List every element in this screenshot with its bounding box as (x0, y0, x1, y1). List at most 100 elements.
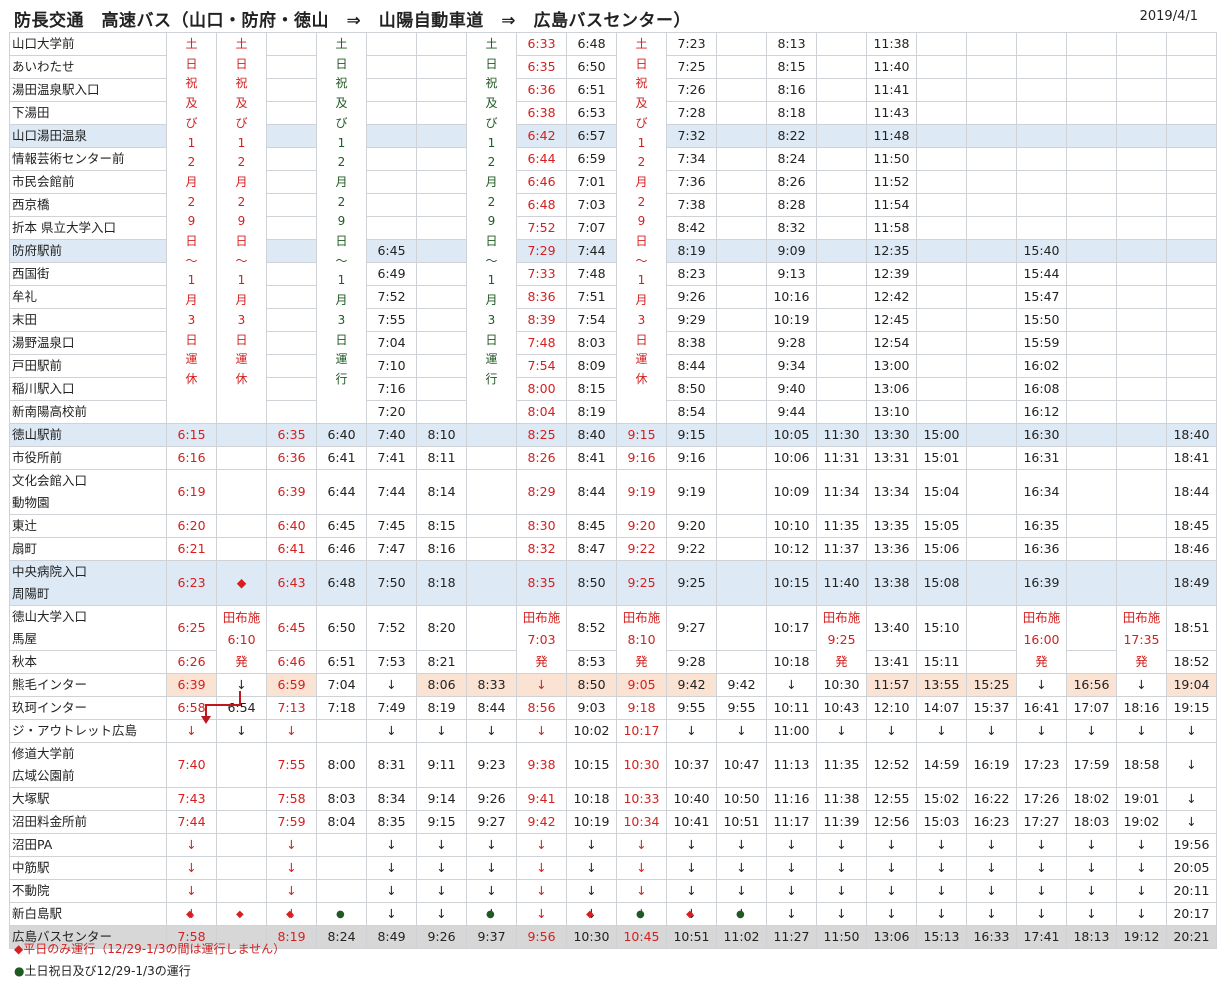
empty-cell (816, 78, 867, 102)
departure-time: 6:59 (266, 673, 317, 697)
empty-cell (716, 605, 767, 651)
empty-cell (1066, 285, 1117, 309)
departure-time: 6:40 (266, 514, 317, 538)
departure-time: 8:19 (566, 400, 617, 424)
departure-time: 10:40 (666, 787, 717, 811)
departure-time: 7:28 (666, 101, 717, 125)
dot-icon: ● (486, 909, 495, 920)
station-name: 戸田駅前 (9, 354, 167, 378)
departure-time: 7:52 (516, 216, 567, 240)
empty-cell (916, 124, 967, 148)
departure-time: 8:15 (416, 514, 467, 538)
station-name: 西国街 (9, 262, 167, 286)
empty-cell (416, 193, 467, 217)
departure-time: 7:32 (666, 124, 717, 148)
empty-cell (716, 537, 767, 561)
departure-time: 6:54 (216, 696, 267, 720)
empty-cell (966, 193, 1017, 217)
departure-time: 7:50 (366, 560, 417, 606)
empty-cell (416, 124, 467, 148)
departure-time: 7:23 (666, 32, 717, 56)
empty-cell (1116, 193, 1167, 217)
empty-cell (216, 446, 267, 470)
departure-time: 9:22 (616, 537, 667, 561)
departure-time: 16:56 (1066, 673, 1117, 697)
departure-time: 9:15 (666, 423, 717, 447)
departure-time: 6:53 (566, 101, 617, 125)
departure-time: 20:21 (1166, 925, 1217, 949)
departure-time: 8:42 (666, 216, 717, 240)
departure-time: 7:38 (666, 193, 717, 217)
station-name: 沼田料金所前 (9, 810, 167, 834)
departure-time: 11:50 (866, 147, 917, 171)
departure-time: 8:35 (516, 560, 567, 606)
departure-time: 12:55 (866, 787, 917, 811)
departure-time: 7:52 (366, 605, 417, 651)
departure-time: 8:24 (766, 147, 817, 171)
departure-time: 15:08 (916, 560, 967, 606)
empty-cell (1116, 32, 1167, 56)
pass-arrow: ↓ (516, 673, 567, 697)
pass-arrow: ↓ (366, 673, 417, 697)
departure-time: 11:43 (866, 101, 917, 125)
empty-cell (466, 537, 517, 561)
empty-cell (966, 423, 1017, 447)
empty-cell (216, 787, 267, 811)
departure-time: 13:40 (866, 605, 917, 651)
departure-time: 13:36 (866, 537, 917, 561)
departure-time: 9:34 (766, 354, 817, 378)
empty-cell (416, 147, 467, 171)
empty-cell (1166, 308, 1217, 332)
empty-cell (966, 560, 1017, 606)
departure-time: 9:55 (666, 696, 717, 720)
pass-arrow: ↓ (566, 856, 617, 880)
departure-time: 11:02 (716, 925, 767, 949)
empty-cell (916, 308, 967, 332)
pass-arrow: ↓ (666, 856, 717, 880)
pass-arrow: ↓ (866, 719, 917, 743)
empty-cell (266, 147, 317, 171)
departure-time: 9:13 (766, 262, 817, 286)
empty-cell (316, 856, 367, 880)
departure-time: 11:00 (766, 719, 817, 743)
pass-arrow: ↓ (166, 719, 217, 743)
departure-time: 13:06 (866, 377, 917, 401)
pass-arrow: ↓ (166, 856, 217, 880)
empty-cell (366, 170, 417, 194)
departure-time: 19:56 (1166, 833, 1217, 857)
station-name: 扇町 (9, 537, 167, 561)
station-name: 防府駅前 (9, 239, 167, 263)
effective-date: 2019/4/1 (1139, 9, 1198, 24)
pass-arrow: ↓ (366, 833, 417, 857)
empty-cell (266, 354, 317, 378)
departure-time: 11:37 (816, 537, 867, 561)
empty-cell (966, 55, 1017, 79)
departure-time: 9:28 (766, 331, 817, 355)
empty-cell (716, 78, 767, 102)
pass-arrow: ↓ (1166, 787, 1217, 811)
empty-cell (916, 32, 967, 56)
empty-cell (1016, 78, 1067, 102)
departure-time: 7:44 (166, 810, 217, 834)
departure-time: 9:22 (666, 537, 717, 561)
departure-time: 7:48 (566, 262, 617, 286)
departure-time: 13:38 (866, 560, 917, 606)
departure-time: 16:08 (1016, 377, 1067, 401)
departure-time: 11:17 (766, 810, 817, 834)
departure-time: 8:11 (416, 446, 467, 470)
empty-cell (416, 170, 467, 194)
departure-time: 15:10 (916, 605, 967, 651)
empty-cell (1116, 514, 1167, 538)
empty-cell (816, 147, 867, 171)
empty-cell (966, 354, 1017, 378)
departure-time: 8:26 (766, 170, 817, 194)
pass-arrow: ↓ (1116, 856, 1167, 880)
empty-cell (416, 377, 467, 401)
empty-cell (1066, 446, 1117, 470)
empty-cell (966, 147, 1017, 171)
empty-cell (316, 719, 367, 743)
departure-time: 10:17 (766, 605, 817, 651)
service-note-vertical: 土日祝及び 1 2 月 2 9 日～ 1 月 3 日運休 (166, 32, 217, 424)
empty-cell (1066, 101, 1117, 125)
empty-cell (266, 377, 317, 401)
